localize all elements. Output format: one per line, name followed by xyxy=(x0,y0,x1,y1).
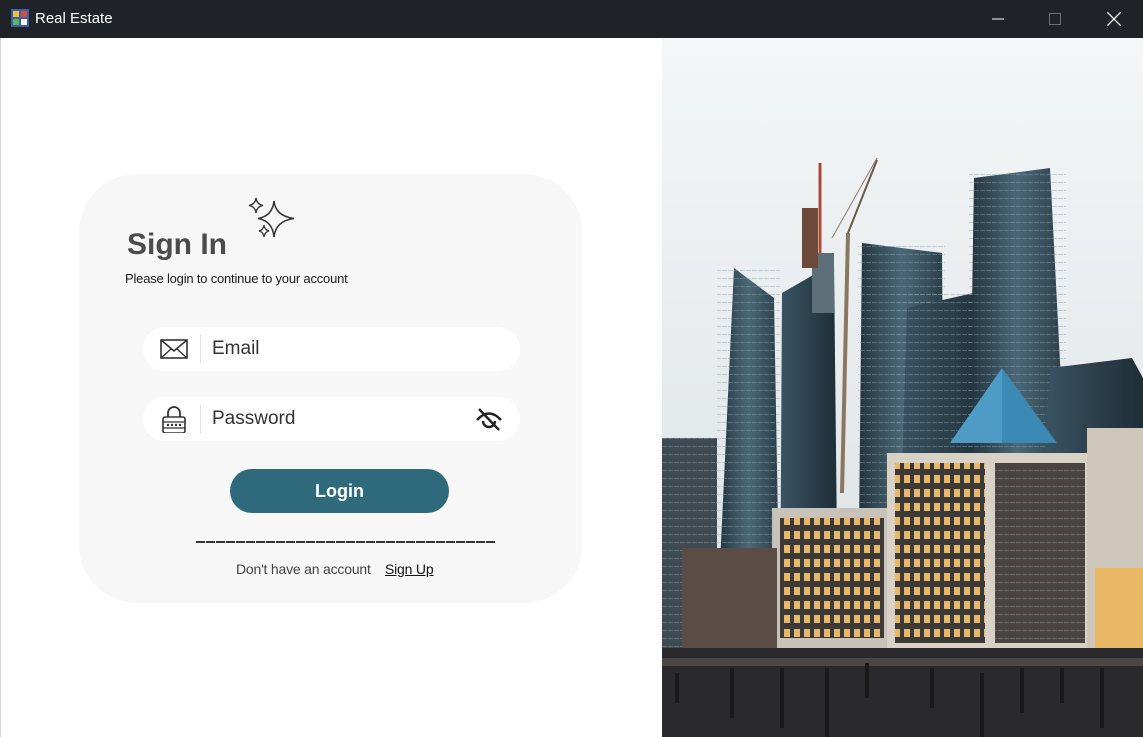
app-icon xyxy=(11,9,29,27)
login-button[interactable]: Login xyxy=(230,469,449,513)
page-subtitle: Please login to continue to your account xyxy=(125,271,348,286)
envelope-icon xyxy=(160,339,188,359)
field-divider xyxy=(200,335,201,363)
maximize-icon xyxy=(1049,13,1061,25)
city-skyline-image xyxy=(662,38,1143,737)
title-bar[interactable]: Real Estate xyxy=(0,0,1143,38)
page-title: Sign In xyxy=(127,228,227,261)
maximize-button[interactable] xyxy=(1032,0,1078,38)
divider-line xyxy=(196,541,496,543)
password-field[interactable] xyxy=(143,397,520,441)
minimize-icon xyxy=(992,18,1004,20)
email-input[interactable] xyxy=(212,327,452,371)
minimize-button[interactable] xyxy=(975,0,1021,38)
sparkle-icon xyxy=(248,197,295,238)
lock-icon xyxy=(162,406,186,433)
close-button[interactable] xyxy=(1091,0,1137,38)
field-divider xyxy=(200,405,201,433)
email-field[interactable] xyxy=(143,327,520,371)
app-window: Real Estate Sign In Please login to cont… xyxy=(0,0,1143,737)
signup-link[interactable]: Sign Up xyxy=(385,561,434,577)
eye-off-icon[interactable] xyxy=(474,405,504,433)
window-title: Real Estate xyxy=(35,10,113,27)
close-icon xyxy=(1107,12,1121,26)
signup-prompt: Don't have an account xyxy=(236,561,371,577)
password-input[interactable] xyxy=(212,397,452,441)
